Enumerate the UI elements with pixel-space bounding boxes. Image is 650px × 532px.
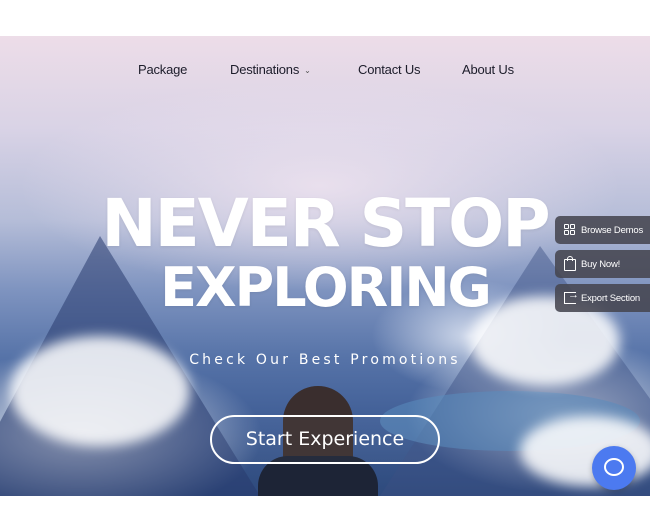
chevron-down-icon: ⌄ xyxy=(304,66,311,75)
buy-now-button[interactable]: Buy Now! xyxy=(555,250,650,278)
browse-demos-button[interactable]: Browse Demos xyxy=(555,216,650,244)
headline-line-1: NEVER STOP xyxy=(101,185,550,262)
chat-bubble-icon xyxy=(604,458,624,476)
hero-subtitle: Check Our Best Promotions xyxy=(189,352,461,368)
export-section-label: Export Section xyxy=(581,292,640,304)
nav-item-contact-us[interactable]: Contact Us xyxy=(358,62,421,77)
nav-item-about-us[interactable]: About Us xyxy=(462,62,514,77)
chat-button[interactable] xyxy=(592,446,636,490)
main-nav: Package Destinations ⌄ Contact Us About U… xyxy=(0,62,650,82)
nav-item-package[interactable]: Package xyxy=(138,62,187,77)
buy-now-label: Buy Now! xyxy=(581,258,621,270)
grid-icon xyxy=(564,224,576,236)
nav-item-destinations[interactable]: Destinations ⌄ xyxy=(230,62,311,77)
hero-section: Package Destinations ⌄ Contact Us About U… xyxy=(0,36,650,496)
export-icon xyxy=(564,289,579,304)
start-experience-button[interactable]: Start Experience xyxy=(210,415,440,464)
shopping-bag-icon xyxy=(564,256,576,271)
bottom-strip xyxy=(0,496,650,532)
export-section-button[interactable]: Export Section xyxy=(555,284,650,312)
headline-line-2: EXPLORING xyxy=(160,256,492,319)
nav-item-destinations-label: Destinations xyxy=(230,62,300,77)
browse-demos-label: Browse Demos xyxy=(581,224,644,236)
